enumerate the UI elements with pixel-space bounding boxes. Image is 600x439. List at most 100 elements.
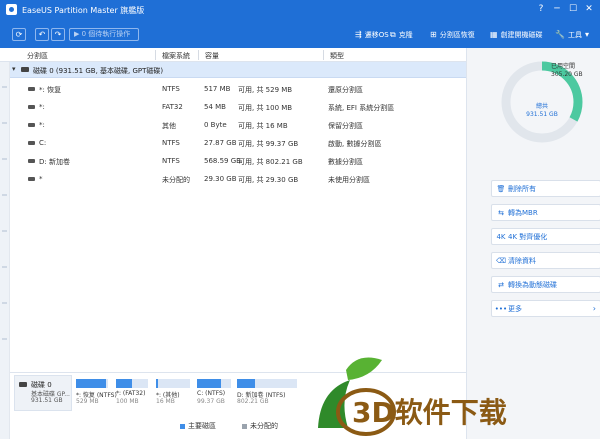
partition-segment[interactable]: *: (其他) 16 MB (156, 379, 190, 413)
partition-row[interactable]: *: 恢复 NTFS 517 MB 可用, 共 529 MB 還原分割區 (10, 80, 466, 98)
segment-fill (237, 379, 255, 388)
more-label: 更多 (508, 304, 522, 313)
column-partition[interactable]: 分割區 (27, 51, 48, 61)
eraser-icon: ⌫ (496, 256, 506, 265)
partition-filesystem: NTFS (162, 139, 180, 147)
redo-icon: ↷ (54, 30, 62, 39)
help-icon[interactable]: ? (535, 3, 547, 15)
segment-fill (156, 379, 158, 388)
partition-type: 保留分割區 (328, 122, 363, 130)
column-divider[interactable] (323, 50, 324, 60)
partition-icon (28, 123, 35, 127)
segment-size: 100 MB (116, 398, 139, 405)
convert-dynamic-button[interactable]: ⇄ 轉換為動態磁碟 (491, 276, 600, 293)
more-dots-icon: ••• (494, 304, 508, 313)
column-capacity[interactable]: 容量 (205, 51, 219, 61)
legend-label: 主要磁區 (188, 422, 216, 430)
partition-icon (28, 87, 35, 91)
partition-total: 可用, 共 100 MB (238, 104, 293, 112)
clone-label: 克隆 (398, 30, 413, 39)
chevron-down-icon[interactable]: ▾ (12, 65, 16, 73)
used-space-value: 305.20 GB (551, 71, 583, 78)
recovery-icon: ⊞ (430, 30, 437, 39)
toolbar: ⟳ ↶ ↷ ▶ 0 個待執行操作 ⇶ 遷移OS ⧉ 克隆 ⊞ 分割區恢復 ▦ 創… (0, 20, 600, 48)
partition-row[interactable]: C: NTFS 27.87 GB 可用, 共 99.37 GB 啟動, 數據分割… (10, 134, 466, 152)
left-gutter (0, 62, 10, 439)
column-type[interactable]: 類型 (330, 51, 344, 61)
partition-row[interactable]: * 未分配的 29.30 GB 可用, 共 29.30 GB 未使用分割區 (10, 170, 466, 188)
delete-all-button[interactable]: 🗑 刪除所有 (491, 180, 600, 197)
gutter-tick (2, 338, 7, 340)
partition-name: *: 恢复 (39, 86, 62, 94)
total-space-label: 總共 931.51 GB (519, 103, 565, 119)
partition-name: *: (39, 121, 45, 129)
app-logo-icon (6, 4, 17, 15)
partition-row[interactable]: *: FAT32 54 MB 可用, 共 100 MB 系統, EFI 系統分割… (10, 98, 466, 116)
more-button[interactable]: ••• 更多 › (491, 300, 600, 317)
partition-segment[interactable]: *: (FAT32) 100 MB (116, 379, 148, 413)
4k-align-button[interactable]: 4K 4K 對齊優化 (491, 228, 600, 245)
partition-type: 未使用分割區 (328, 176, 370, 184)
partition-segment[interactable]: C: (NTFS) 99.37 GB (197, 379, 231, 413)
gutter-tick (2, 302, 7, 304)
partition-used: 517 MB (204, 85, 231, 93)
maximize-icon[interactable]: ☐ (567, 3, 579, 15)
chevron-right-icon: › (592, 304, 596, 313)
segment-fill (116, 379, 132, 388)
partition-filesystem: 其他 (162, 122, 176, 130)
watermark-text: 3D软件下载 (352, 396, 507, 429)
close-icon[interactable]: ✕ (583, 3, 595, 15)
partition-segment[interactable]: *: 恢复 (NTFS) 529 MB (76, 379, 117, 413)
minimize-icon[interactable]: ─ (551, 3, 563, 15)
partition-segment[interactable]: D: 新加卷 (NTFS) 802.21 GB (237, 379, 297, 413)
create-bootable-label: 創建開機磁碟 (500, 30, 543, 39)
partition-filesystem: NTFS (162, 85, 180, 93)
segment-name: *: (FAT32) (116, 390, 146, 397)
title-bar: EaseUS Partition Master 旗艦版 ? ─ ☐ ✕ (0, 0, 600, 20)
undo-button[interactable]: ↶ (35, 28, 49, 41)
disk-map-size: 931.51 GB (31, 397, 63, 404)
pending-operations-button[interactable]: ▶ 0 個待執行操作 (69, 28, 139, 41)
legend-swatch (242, 423, 247, 429)
segment-bar (116, 379, 148, 388)
tools-button[interactable]: 🔧 工具 ▾ (555, 29, 592, 40)
gutter-tick (2, 86, 7, 88)
partition-row[interactable]: *: 其他 0 Byte 可用, 共 16 MB 保留分割區 (10, 116, 466, 134)
legend-unallocated: 未分配的 (242, 421, 278, 431)
disk-icon (21, 67, 29, 72)
segment-size: 529 MB (76, 398, 99, 405)
segment-bar (156, 379, 190, 388)
clone-icon: ⧉ (390, 29, 396, 39)
partition-total: 可用, 共 16 MB (238, 122, 288, 130)
disk-row[interactable]: ▾ 磁碟 0 (931.51 GB, 基本磁碟, GPT磁碟) (10, 62, 466, 78)
column-filesystem[interactable]: 檔案系統 (162, 51, 190, 61)
partition-total: 可用, 共 529 MB (238, 86, 293, 94)
watermark-logo: 3D软件下载 (318, 357, 507, 436)
partition-recovery-button[interactable]: ⊞ 分割區恢復 (430, 29, 475, 40)
column-divider[interactable] (155, 50, 156, 60)
segment-size: 99.37 GB (197, 398, 225, 405)
partition-total: 可用, 共 29.30 GB (238, 176, 299, 184)
segment-size: 16 MB (156, 398, 175, 405)
disk-map-disk[interactable]: 磁碟 0 基本磁碟 GP... 931.51 GB (14, 375, 72, 411)
watermark-leaf-left (318, 380, 350, 428)
window-title: EaseUS Partition Master 旗艦版 (22, 6, 145, 15)
wipe-data-button[interactable]: ⌫ 清除資料 (491, 252, 600, 269)
4k-align-label: 4K 對齊優化 (508, 232, 548, 241)
convert-mbr-button[interactable]: ⇆ 轉為MBR (491, 204, 600, 221)
redo-button[interactable]: ↷ (51, 28, 65, 41)
clone-button[interactable]: ⧉ 克隆 (390, 29, 413, 40)
partition-row[interactable]: D: 新加卷 NTFS 568.59 GB 可用, 共 802.21 GB 數據… (10, 152, 466, 170)
total-space-value: 931.51 GB (526, 111, 558, 118)
migrate-os-button[interactable]: ⇶ 遷移OS (355, 29, 389, 40)
refresh-button[interactable]: ⟳ (12, 28, 26, 41)
partition-name: *: (39, 103, 45, 111)
partition-icon (28, 141, 35, 145)
partition-type: 數據分割區 (328, 158, 363, 166)
trash-icon: 🗑 (496, 184, 506, 193)
create-bootable-button[interactable]: ▦ 創建開機磁碟 (490, 29, 543, 40)
segment-bar (197, 379, 231, 388)
column-divider[interactable] (198, 50, 199, 60)
partition-icon (28, 105, 35, 109)
segment-fill (197, 379, 222, 388)
